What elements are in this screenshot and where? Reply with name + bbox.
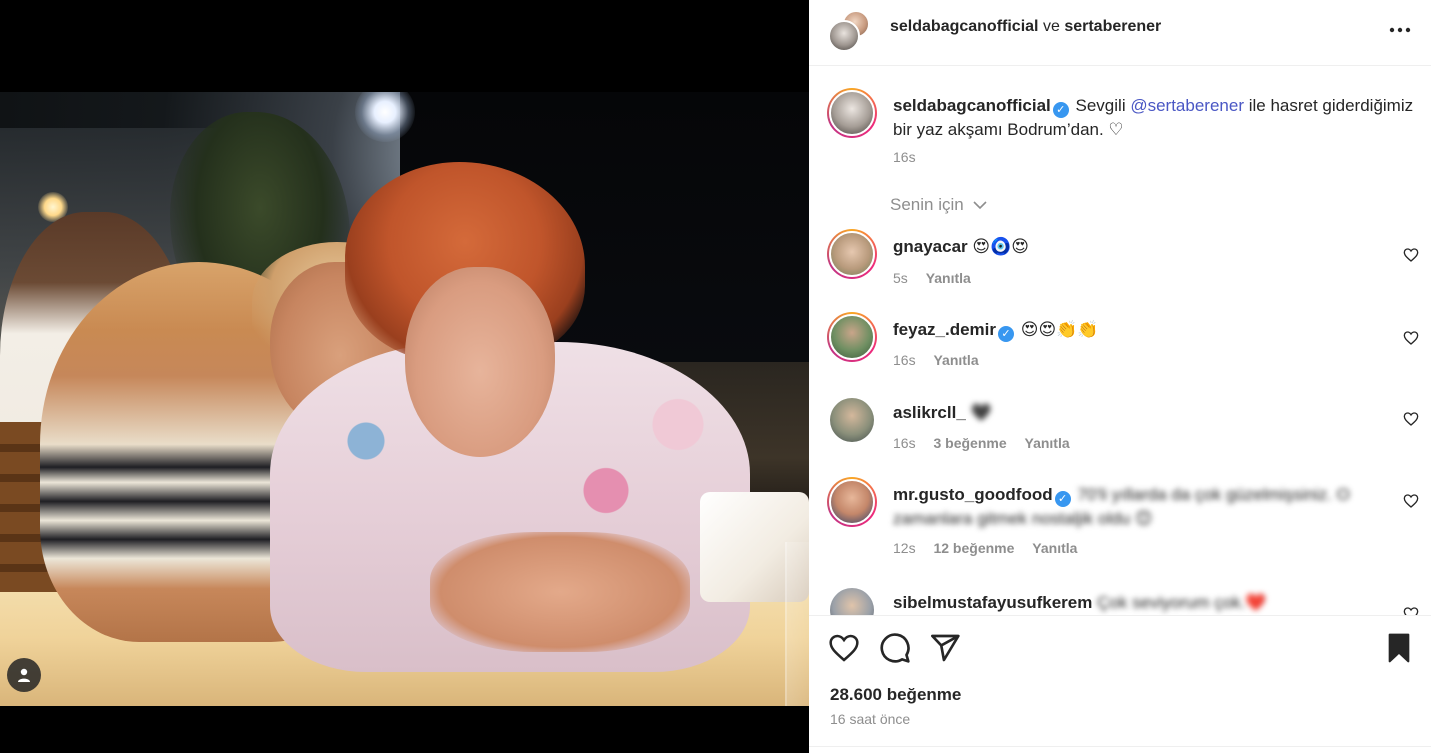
tagged-users-button[interactable] [7,658,41,692]
comment-filter-label: Senin için [890,195,964,214]
caption-text-before: Sevgili [1075,96,1131,115]
comment-time[interactable]: 16s [893,352,916,368]
comment-avatar[interactable] [827,477,877,527]
user-icon [18,668,30,682]
comment-meta: 12s 12 beğenme Yanıtla [893,540,1091,556]
comment-meta: 5s Yanıtla [893,270,985,286]
comment-avatar[interactable] [830,588,874,615]
caption-text: seldabagcanofficial ✓ Sevgili @sertaberen… [893,94,1421,141]
comment-body: Çok seviyorum çok.❤️ [1097,593,1267,612]
comment-avatar[interactable] [827,229,877,279]
avatar-seldabagcanofficial[interactable] [828,20,860,52]
comment-avatar[interactable] [827,312,877,362]
reply-button[interactable]: Yanıtla [926,270,971,286]
send-icon[interactable] [929,632,961,664]
comment-text: mr.gusto_goodfood ✓ 70'li yıllarda da çok… [893,483,1373,530]
comment-like-heart-icon[interactable] [1403,247,1419,263]
verified-badge-icon: ✓ [1054,491,1071,507]
post-header-title: seldabagcanofficial ve sertaberener [890,18,1161,36]
comment-body: 😍🧿😍 [972,237,1030,256]
comment-time[interactable]: 5s [893,270,908,286]
comment-avatar[interactable] [830,398,874,442]
comment-icon[interactable] [879,632,911,664]
comment-like-heart-icon[interactable] [1403,493,1419,509]
comment-text: gnayacar 😍🧿😍 [893,235,1029,258]
post-timestamp[interactable]: 16 saat önce [830,711,910,727]
photo-glass [785,542,809,706]
comment-time[interactable]: 12s [893,540,916,556]
verified-badge-icon: ✓ [1052,102,1069,118]
comment-body: 🖤 [970,403,992,422]
comments-list[interactable]: seldabagcanofficial ✓ Sevgili @sertaberen… [809,67,1431,615]
likes-count[interactable]: 28.600 beğenme [830,685,961,705]
more-options-button[interactable] [1385,15,1415,45]
author-username[interactable]: seldabagcanofficial [890,18,1039,35]
post-side-panel: seldabagcanofficial ve sertaberener seld… [809,0,1431,753]
comment-body: 😍😍👏👏 [1020,320,1099,339]
verified-badge-icon: ✓ [998,326,1014,342]
reply-button[interactable]: Yanıtla [933,352,978,368]
comment-text: sibelmustafayusufkerem Çok seviyorum çok… [893,591,1267,614]
coauthor-username[interactable]: sertaberener [1064,18,1161,35]
reply-button[interactable]: Yanıtla [1025,435,1070,451]
post-header: seldabagcanofficial ve sertaberener [809,0,1431,66]
comment-like-heart-icon[interactable] [1403,411,1419,427]
reply-button[interactable]: Yanıtla [1032,540,1077,556]
comment-meta: 16s Yanıtla [893,352,993,368]
bookmark-icon[interactable] [1383,632,1415,664]
comment-like-count[interactable]: 3 beğenme [933,435,1006,451]
heart-icon[interactable] [828,632,860,664]
comment-item: feyaz_.demir ✓ 😍😍👏👏 16s Yanıtla [827,312,1427,372]
comment-time[interactable]: 16s [893,435,916,451]
header-conjunction: ve [1042,18,1060,35]
add-comment-area[interactable] [809,746,1431,753]
comment-filter-dropdown[interactable]: Senin için [890,195,988,215]
comment-item: gnayacar 😍🧿😍 5s Yanıtla [827,229,1427,289]
comment-like-heart-icon[interactable] [1403,606,1419,615]
comment-meta: 16s 3 beğenme Yanıtla [893,435,1084,451]
comment-text: feyaz_.demir ✓ 😍😍👏👏 [893,318,1099,342]
comment-username[interactable]: feyaz_.demir [893,320,996,339]
comment-like-heart-icon[interactable] [1403,330,1419,346]
post-photo[interactable] [0,92,809,706]
chevron-down-icon [973,201,988,210]
post-media[interactable] [0,0,809,753]
comment-item: mr.gusto_goodfood ✓ 70'li yıllarda da çok… [827,477,1427,557]
caption-avatar[interactable] [827,88,877,138]
caption-heart-emoji: ♡ [1108,120,1124,139]
caption-username[interactable]: seldabagcanofficial [893,96,1051,115]
comment-username[interactable]: sibelmustafayusufkerem [893,593,1092,612]
caption-time[interactable]: 16s [893,149,916,165]
caption-meta: 16s [893,149,930,165]
comment-item: aslikrcll_ 🖤 16s 3 beğenme Yanıtla [827,395,1427,455]
comment-text: aslikrcll_ 🖤 [893,401,992,424]
comment-username[interactable]: mr.gusto_goodfood [893,485,1053,504]
comment-item: sibelmustafayusufkerem Çok seviyorum çok… [827,585,1427,615]
caption-mention[interactable]: @sertaberener [1130,96,1244,115]
photo-woman-right-face [405,267,555,457]
more-horizontal-icon [1389,27,1411,33]
post-actions: 28.600 beğenme 16 saat önce [809,615,1431,753]
comment-like-count[interactable]: 12 beğenme [933,540,1014,556]
comment-username[interactable]: aslikrcll_ [893,403,966,422]
comment-username[interactable]: gnayacar [893,237,968,256]
photo-hands [430,532,690,652]
collab-avatars[interactable] [828,10,872,52]
